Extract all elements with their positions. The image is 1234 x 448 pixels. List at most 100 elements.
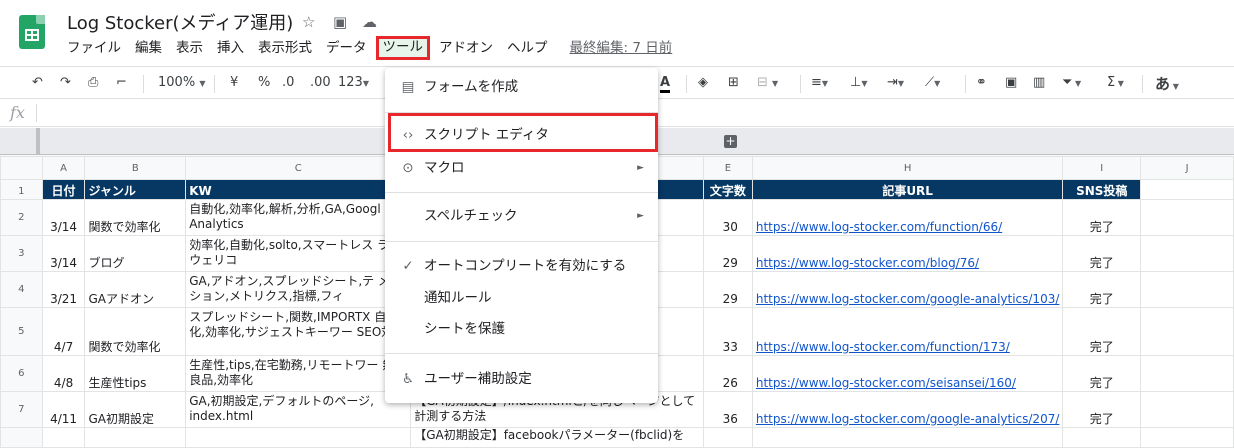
input-tools-button[interactable]: あ ▼	[1155, 73, 1179, 94]
genre-cell[interactable]: 生産性tips	[84, 355, 187, 392]
empty-cell[interactable]	[751, 427, 1064, 448]
row-header[interactable]: 7	[0, 391, 43, 428]
url-cell[interactable]: https://www.log-stocker.com/function/66/	[751, 199, 1064, 236]
empty-cell[interactable]	[185, 427, 412, 448]
menu-edit[interactable]: 編集	[128, 37, 169, 59]
header-cell[interactable]: 記事URL	[751, 179, 1064, 200]
char-count-cell[interactable]: 26	[702, 355, 753, 392]
filter-icon[interactable]: ⏷ ▼	[1062, 75, 1081, 90]
sns-cell[interactable]: 完了	[1062, 199, 1142, 236]
menu-view[interactable]: 表示	[169, 37, 210, 59]
title-cell[interactable]: 【GA初期設定】facebookパラメーター(fbclid)を	[410, 427, 704, 448]
sns-cell[interactable]: 完了	[1062, 391, 1142, 428]
menu-item-accessibility[interactable]: ♿ ユーザー補助設定	[385, 364, 658, 394]
menu-tools[interactable]: ツール	[375, 36, 430, 60]
url-cell[interactable]: https://www.log-stocker.com/google-analy…	[751, 391, 1064, 428]
menu-insert[interactable]: 挿入	[210, 37, 251, 59]
col-header-b[interactable]: B	[84, 156, 187, 180]
menu-item-create-form[interactable]: ▤ フォームを作成	[385, 72, 658, 102]
url-cell[interactable]: https://www.log-stocker.com/google-analy…	[751, 271, 1064, 308]
row-header[interactable]: 3	[0, 235, 43, 272]
fill-color-icon[interactable]: ◈	[698, 75, 708, 90]
keyword-cell[interactable]: 生産性,tips,在宅勤務,リモートワー 無印良品,効率化	[185, 355, 412, 392]
char-count-cell[interactable]: 29	[702, 235, 753, 272]
add-column-icon[interactable]: +	[724, 135, 737, 148]
sns-cell[interactable]: 完了	[1062, 235, 1142, 272]
sns-cell[interactable]: 完了	[1062, 307, 1142, 356]
header-cell[interactable]: 文字数	[702, 179, 753, 200]
row-header[interactable]: 4	[0, 271, 43, 308]
insert-comment-icon[interactable]: ▣	[1005, 75, 1017, 90]
keyword-cell[interactable]: 効率化,自動化,solto,スマートレス ラン,ウェリコ	[185, 235, 412, 272]
date-cell[interactable]: 4/7	[41, 307, 86, 356]
undo-icon[interactable]: ↶	[32, 75, 43, 90]
redo-icon[interactable]: ↷	[60, 75, 71, 90]
star-icon[interactable]: ☆	[302, 13, 315, 31]
increase-decimal-button[interactable]: .00	[310, 75, 331, 90]
url-cell[interactable]: https://www.log-stocker.com/seisansei/16…	[751, 355, 1064, 392]
keyword-cell[interactable]: 自動化,効率化,解析,分析,GA,Googl Analytics	[185, 199, 412, 236]
menu-file[interactable]: ファイル	[60, 37, 128, 59]
row-header[interactable]: 1	[0, 179, 43, 200]
empty-cell[interactable]	[1062, 427, 1142, 448]
insert-link-icon[interactable]: ⚭	[976, 75, 987, 90]
date-cell[interactable]: 4/11	[41, 391, 86, 428]
keyword-cell[interactable]: スプレッドシート,関数,IMPORTX 自動化,効率化,サジェストキーワー SE…	[185, 307, 412, 356]
header-cell[interactable]: SNS投稿	[1062, 179, 1142, 200]
header-cell[interactable]: ジャンル	[84, 179, 187, 200]
empty-cell[interactable]	[1140, 391, 1234, 428]
genre-cell[interactable]: 関数で効率化	[84, 199, 187, 236]
genre-cell[interactable]: ブログ	[84, 235, 187, 272]
percent-format-button[interactable]: %	[258, 75, 270, 90]
sns-cell[interactable]: 完了	[1062, 271, 1142, 308]
merge-cells-icon[interactable]: ⊟ ▼	[757, 75, 778, 90]
char-count-cell[interactable]: 33	[702, 307, 753, 356]
text-rotation-icon[interactable]: ⟋▼	[925, 75, 940, 90]
last-edit-link[interactable]: 最終編集: 7 日前	[563, 37, 680, 59]
sheets-logo-icon[interactable]	[19, 15, 45, 49]
char-count-cell[interactable]: 30	[702, 199, 753, 236]
url-cell[interactable]: https://www.log-stocker.com/function/173…	[751, 307, 1064, 356]
vertical-align-icon[interactable]: ⊥▼	[850, 75, 867, 90]
menu-item-protect-sheet[interactable]: シートを保護	[385, 314, 658, 344]
url-cell[interactable]: https://www.log-stocker.com/blog/76/	[751, 235, 1064, 272]
sns-cell[interactable]: 完了	[1062, 355, 1142, 392]
menu-item-autocomplete[interactable]: ✓ オートコンプリートを有効にする	[385, 251, 658, 281]
header-cell[interactable]: KW	[185, 179, 412, 200]
menu-format[interactable]: 表示形式	[251, 37, 319, 59]
row-header[interactable]: 5	[0, 307, 43, 356]
genre-cell[interactable]: GAアドオン	[84, 271, 187, 308]
col-header-h[interactable]: H	[751, 156, 1064, 180]
menu-data[interactable]: データ	[319, 37, 374, 59]
empty-cell[interactable]	[1140, 307, 1234, 356]
insert-chart-icon[interactable]: ▥	[1033, 75, 1045, 90]
decrease-decimal-button[interactable]: .0	[282, 75, 294, 90]
genre-cell[interactable]: 関数で効率化	[84, 307, 187, 356]
empty-cell[interactable]	[1140, 235, 1234, 272]
empty-cell[interactable]	[702, 427, 753, 448]
header-cell[interactable]	[1140, 179, 1234, 200]
col-header-c[interactable]: C	[185, 156, 412, 180]
horizontal-align-icon[interactable]: ≡▼	[811, 75, 828, 90]
menu-item-spellcheck[interactable]: スペルチェック ►	[385, 201, 658, 231]
menu-addons[interactable]: アドオン	[432, 37, 500, 59]
document-title[interactable]: Log Stocker(メディア運用)	[67, 9, 293, 35]
row-header[interactable]	[0, 427, 43, 448]
date-cell[interactable]: 4/8	[41, 355, 86, 392]
borders-icon[interactable]: ⊞	[728, 75, 739, 90]
row-header[interactable]: 2	[0, 199, 43, 236]
col-header-i[interactable]: I	[1062, 156, 1142, 180]
genre-cell[interactable]: GA初期設定	[84, 391, 187, 428]
menu-item-macros[interactable]: ⊙ マクロ ►	[385, 153, 658, 183]
menu-help[interactable]: ヘルプ	[500, 37, 555, 59]
cloud-status-icon[interactable]: ☁	[362, 13, 377, 31]
col-header-a[interactable]: A	[41, 156, 86, 180]
text-color-icon[interactable]: A	[660, 75, 671, 93]
keyword-cell[interactable]: GA,初期設定,デフォルトのページ, index.html	[185, 391, 412, 428]
empty-cell[interactable]	[1140, 355, 1234, 392]
empty-cell[interactable]	[41, 427, 86, 448]
empty-cell[interactable]	[1140, 427, 1234, 448]
char-count-cell[interactable]: 36	[702, 391, 753, 428]
keyword-cell[interactable]: GA,アドオン,スプレッドシート,テ メンション,メトリクス,指標,フィ	[185, 271, 412, 308]
paint-format-icon[interactable]: ⌐	[116, 75, 127, 90]
